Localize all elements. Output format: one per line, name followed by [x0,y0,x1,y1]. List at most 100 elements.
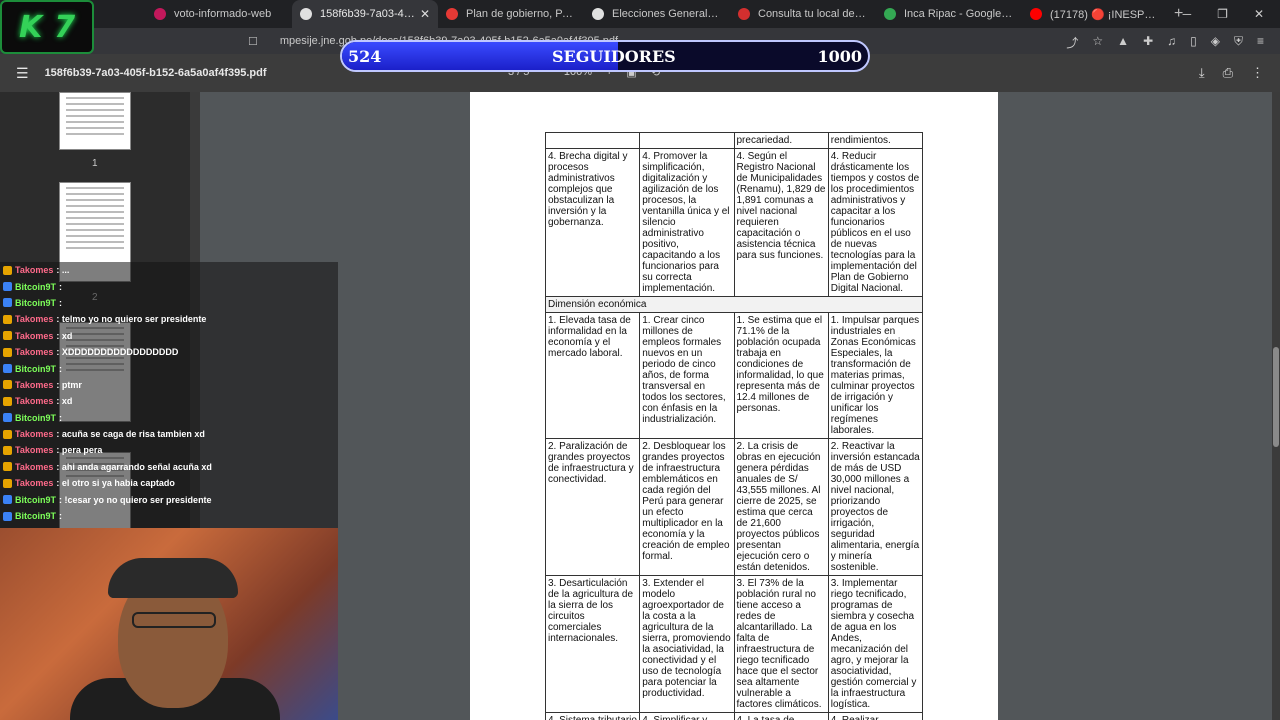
chat-message: Takomes: ahi anda agarrando señal acuña … [0,459,338,475]
tab-label: 158f6b39-7a03-405f-b152 [320,8,420,20]
table-cell: 4. La tasa de informalidad laboral [733,712,829,720]
chat-username: Takomes [15,330,54,341]
tab-label: Inca Ripac - Google Maps [904,8,1014,20]
user-badge-icon [3,495,12,505]
chat-message: Bitcoin9T: [0,508,338,524]
browser-tab[interactable]: Consulta tu local de votación [730,0,876,28]
user-badge-icon [3,347,12,357]
hamburger-menu-icon[interactable]: ☰ [16,65,29,82]
plan-table: precariedad. rendimientos. 4. Brecha digit… [544,132,924,720]
maximize-icon[interactable]: ❐ [1217,7,1228,21]
followers-label: SEGUIDORES [552,47,676,66]
user-badge-icon [3,429,12,439]
table-cell: 3. El 73% de la población rural no tiene… [733,575,829,713]
browser-tab[interactable]: Plan de gobierno, PAÍS PARA T [438,0,584,28]
chat-username: Takomes [15,314,54,325]
table-cell: 4. Según el Registro Nacional de Municip… [733,148,829,297]
chat-message: Bitcoin9T: [0,360,338,376]
table-cell: 1. Crear cinco millones de empleos forma… [639,312,735,439]
bookmark-icon[interactable]: ☐ [248,35,258,48]
favicon-icon [738,8,750,20]
chat-username: Takomes [15,478,54,489]
chat-username: Takomes [15,265,54,276]
viewer-scrollbar[interactable] [1272,92,1280,720]
user-badge-icon [3,364,12,374]
browser-tab[interactable]: voto-informado-web [146,0,292,28]
logo-letter: K [18,9,43,45]
table-row: 4. Brecha digital y procesos administrat… [544,148,924,297]
pdf-viewer[interactable]: precariedad. rendimientos. 4. Brecha digit… [200,92,1280,720]
chat-text: : ptmr [56,379,82,390]
brave-shield-icon[interactable]: ▲ [1117,34,1129,51]
tab-label: Consulta tu local de votación [758,8,868,20]
extensions-icon[interactable]: ✚ [1143,34,1153,51]
channel-logo: K 7 [0,0,94,54]
chat-message: Bitcoin9T: [0,278,338,294]
chat-message: Bitcoin9T: [0,410,338,426]
favicon-icon [446,8,458,20]
table-cell: 4. Sistema tributario complejo con [544,712,641,720]
chat-text: : xd [56,330,73,341]
menu-icon[interactable]: ≡ [1257,34,1264,51]
vpn-icon[interactable]: ⛨ [1234,34,1243,51]
chat-text: : telmo yo no quiero ser presidente [56,314,207,325]
share-icon[interactable]: ⤴ [1066,34,1078,51]
table-cell: 4. Brecha digital y procesos administrat… [544,148,641,297]
more-options-icon[interactable]: ⋮ [1251,65,1264,81]
page-thumbnail-1[interactable] [59,92,131,150]
table-cell: rendimientos. [827,132,924,149]
print-icon[interactable]: ⎙ [1223,65,1233,81]
favicon-icon [300,8,312,20]
pdf-page: precariedad. rendimientos. 4. Brecha digit… [470,92,998,720]
chat-text: : !cesar yo no quiero ser presidente [59,494,212,505]
thumbnail-number: 1 [92,158,98,169]
chat-username: Bitcoin9T [15,494,57,505]
chat-text: : ... [56,265,70,276]
chat-text: : [59,412,63,423]
chat-username: Takomes [15,347,54,358]
chat-text: : el otro si ya habia captado [56,478,175,489]
user-badge-icon [3,331,12,341]
table-row: precariedad. rendimientos. [544,132,924,149]
table-cell: precariedad. [733,132,829,149]
scroll-thumb[interactable] [1273,347,1279,447]
minimize-icon[interactable]: ─ [1183,7,1192,21]
chat-username: Bitcoin9T [15,511,57,522]
table-cell: 1. Impulsar parques industriales en Zona… [827,312,924,439]
download-icon[interactable]: ⤓ [1199,65,1205,81]
webcam-feed [0,528,338,720]
browser-tab[interactable]: Inca Ripac - Google Maps [876,0,1022,28]
favicon-icon [1030,8,1042,20]
chat-message: Bitcoin9T: !cesar yo no quiero ser presi… [0,491,338,507]
table-cell: 1. Se estima que el 71.1% de la població… [733,312,829,439]
close-window-icon[interactable]: ✕ [1254,7,1264,21]
stream-chat: Takomes: ... Bitcoin9T: Bitcoin9T: Takomes:… [0,262,338,528]
browser-tab[interactable]: (17178) 🔴 ¡INESPERADO! | Ca [1022,0,1168,28]
chat-username: Bitcoin9T [15,297,57,308]
browser-tab[interactable]: Elecciones Generales 2026 [584,0,730,28]
table-cell: 4. Simplificar y reducir impuestos [639,712,735,720]
table-row: 1. Elevada tasa de informalidad en la ec… [544,312,924,439]
section-heading: Dimensión económica [545,296,923,313]
chat-message: Takomes: xd [0,328,338,344]
table-row: 2. Paralización de grandes proyectos de … [544,438,924,576]
chat-username: Takomes [15,396,54,407]
logo-digit: 7 [54,9,76,45]
sidebar-icon[interactable]: ▯ [1190,34,1197,51]
close-tab-icon[interactable]: ✕ [420,7,430,21]
star-icon[interactable]: ☆ [1092,34,1103,51]
chat-username: Takomes [15,461,54,472]
tab-bar: boardvoto-informado-web158f6b39-7a03-405… [0,0,1280,28]
user-badge-icon [3,478,12,488]
chat-message: Takomes: XDDDDDDDDDDDDDDDDD [0,344,338,360]
user-badge-icon [3,462,12,472]
browser-tab[interactable]: 158f6b39-7a03-405f-b152✕ [292,0,438,28]
chat-message: Takomes: acuña se caga de risa tambien x… [0,426,338,442]
table-cell: 2. Paralización de grandes proyectos de … [544,438,641,576]
music-icon[interactable]: ♫ [1167,34,1176,51]
chat-text: : xd [56,396,73,407]
table-cell [544,132,641,149]
chat-message: Takomes: telmo yo no quiero ser presiden… [0,311,338,327]
wallet-icon[interactable]: ◈ [1211,34,1220,51]
chat-text: : [59,297,63,308]
